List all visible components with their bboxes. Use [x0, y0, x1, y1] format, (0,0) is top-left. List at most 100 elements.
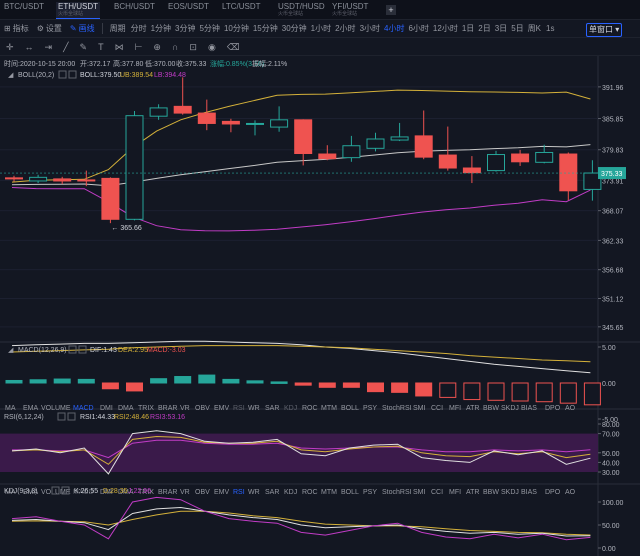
- lock-icon[interactable]: ⊡: [189, 38, 197, 56]
- tab-btc-usdt[interactable]: BTC/USDT: [2, 2, 46, 19]
- indicator-option-brar[interactable]: BRAR: [158, 489, 177, 496]
- horizontal-line-icon[interactable]: ↔: [25, 38, 34, 56]
- indicator-option-ma[interactable]: MA: [5, 405, 16, 412]
- indicator-option-sar[interactable]: SAR: [265, 405, 279, 412]
- indicator-option-vr[interactable]: VR: [180, 489, 190, 496]
- indicator-option-mfi[interactable]: MFI: [449, 405, 461, 412]
- period-周K[interactable]: 周K: [528, 20, 541, 38]
- indicator-option-bias[interactable]: BIAS: [521, 405, 537, 412]
- indicator-option-stochrsi[interactable]: StochRSI: [382, 405, 412, 412]
- period-3分钟[interactable]: 3分钟: [175, 20, 195, 38]
- period-6小时[interactable]: 6小时: [408, 20, 428, 38]
- indicator-option-cci[interactable]: CCI: [431, 489, 443, 496]
- tab-yfi-usdt[interactable]: YFI/USDT 火币全球站: [330, 2, 370, 19]
- indicator-option-ao[interactable]: AO: [565, 489, 576, 496]
- indicator-option-mfi[interactable]: MFI: [449, 489, 461, 496]
- period-2日[interactable]: 2日: [478, 20, 490, 38]
- period-3小时[interactable]: 3小时: [360, 20, 380, 38]
- pencil-icon[interactable]: ✎: [70, 20, 77, 38]
- indicator-option-emv[interactable]: EMV: [214, 489, 230, 496]
- tab-ltc-usdt[interactable]: LTC/USDT: [220, 2, 263, 19]
- indicator-option-sar[interactable]: SAR: [265, 489, 279, 496]
- period-1日[interactable]: 1日: [462, 20, 474, 38]
- indicator-option-emv[interactable]: EMV: [214, 405, 230, 412]
- indicator-option-stochrsi[interactable]: StochRSI: [382, 489, 412, 496]
- indicator-option-ema[interactable]: EMA: [23, 405, 39, 412]
- refresh-rate[interactable]: 1s: [546, 20, 554, 38]
- indicator-option-volume[interactable]: VOLUME: [41, 489, 71, 496]
- indicator-option-skdj[interactable]: SKDJ: [501, 489, 519, 496]
- indicator-option-macd[interactable]: MACD: [73, 405, 94, 412]
- settings-button[interactable]: 设置: [46, 20, 62, 38]
- indicator-option-bias[interactable]: BIAS: [521, 489, 537, 496]
- indicator-option-bbw[interactable]: BBW: [483, 405, 499, 412]
- period-1分钟[interactable]: 1分钟: [151, 20, 171, 38]
- trend-line-icon[interactable]: ╱: [63, 38, 68, 56]
- indicator-option-dma[interactable]: DMA: [118, 405, 134, 412]
- period-3日[interactable]: 3日: [495, 20, 507, 38]
- indicator-button[interactable]: 指标: [13, 20, 29, 38]
- indicator-option-ao[interactable]: AO: [565, 405, 576, 412]
- indicator-option-psy[interactable]: PSY: [363, 405, 377, 412]
- eye-icon[interactable]: ◉: [208, 38, 216, 56]
- indicator-option-dpo[interactable]: DPO: [545, 489, 561, 496]
- period-5分钟[interactable]: 5分钟: [199, 20, 219, 38]
- period-12小时[interactable]: 12小时: [433, 20, 458, 38]
- indicator-option-mtm[interactable]: MTM: [321, 405, 337, 412]
- text-icon[interactable]: T: [98, 38, 104, 56]
- chart-area[interactable]: 391.96 385.85 379.83 373.91 368.07 362.33 356.…: [0, 56, 640, 556]
- magnet-icon[interactable]: ∩: [172, 38, 178, 56]
- indicator-option-bbw[interactable]: BBW: [483, 489, 499, 496]
- period-4小时[interactable]: 4小时: [384, 20, 404, 38]
- indicator-icon[interactable]: ⊞: [4, 20, 11, 38]
- indicator-option-wr[interactable]: WR: [248, 489, 260, 496]
- period-1小时[interactable]: 1小时: [311, 20, 331, 38]
- indicator-option-rsi[interactable]: RSI: [233, 489, 245, 496]
- chart-svg[interactable]: 391.96 385.85 379.83 373.91 368.07 362.33 356.…: [0, 56, 640, 556]
- gear-icon[interactable]: ⚙: [37, 20, 44, 38]
- indicator-option-trix[interactable]: TRIX: [138, 405, 154, 412]
- indicator-option-smi[interactable]: SMI: [413, 405, 426, 412]
- indicator-option-wr[interactable]: WR: [248, 405, 260, 412]
- tab-eos-usdt[interactable]: EOS/USDT: [166, 2, 211, 19]
- indicator-option-vr[interactable]: VR: [180, 405, 190, 412]
- ruler-icon[interactable]: ⊢: [135, 38, 143, 56]
- indicator-option-psy[interactable]: PSY: [363, 489, 377, 496]
- indicator-option-obv[interactable]: OBV: [195, 405, 210, 412]
- period-10分钟[interactable]: 10分钟: [224, 20, 249, 38]
- indicator-option-kdj[interactable]: KDJ: [284, 405, 297, 412]
- zoom-in-icon[interactable]: ⊕: [153, 38, 161, 56]
- indicator-option-roc[interactable]: ROC: [302, 405, 318, 412]
- tab-eth-usdt[interactable]: ETH/USDT 火币全球站: [56, 2, 100, 19]
- ray-icon[interactable]: ⇥: [45, 38, 53, 56]
- indicator-option-rsi[interactable]: RSI: [233, 405, 245, 412]
- indicator-option-roc[interactable]: ROC: [302, 489, 318, 496]
- period-15分钟[interactable]: 15分钟: [253, 20, 278, 38]
- indicator-option-volume[interactable]: VOLUME: [41, 405, 71, 412]
- pattern-icon[interactable]: ⋈: [115, 38, 124, 56]
- window-select[interactable]: 单窗口 ▾: [586, 23, 623, 37]
- cursor-icon[interactable]: ✛: [6, 38, 14, 56]
- indicator-option-smi[interactable]: SMI: [413, 489, 426, 496]
- indicator-option-boll[interactable]: BOLL: [341, 405, 359, 412]
- indicator-option-mtm[interactable]: MTM: [321, 489, 337, 496]
- indicator-option-cci[interactable]: CCI: [431, 405, 443, 412]
- indicator-option-dpo[interactable]: DPO: [545, 405, 561, 412]
- period-2小时[interactable]: 2小时: [335, 20, 355, 38]
- indicator-option-atr[interactable]: ATR: [466, 405, 479, 412]
- trash-icon[interactable]: ⌫: [227, 38, 240, 56]
- period-分时[interactable]: 分时: [131, 20, 147, 38]
- pen-icon[interactable]: ✎: [80, 38, 88, 56]
- tab-bch-usdt[interactable]: BCH/USDT: [112, 2, 157, 19]
- draw-button[interactable]: 画线: [79, 20, 95, 38]
- indicator-option-brar[interactable]: BRAR: [158, 405, 177, 412]
- indicator-option-boll[interactable]: BOLL: [341, 489, 359, 496]
- indicator-option-kdj[interactable]: KDJ: [284, 489, 297, 496]
- indicator-option-skdj[interactable]: SKDJ: [501, 405, 519, 412]
- indicator-option-dmi[interactable]: DMI: [100, 405, 113, 412]
- period-30分钟[interactable]: 30分钟: [282, 20, 307, 38]
- add-tab-button[interactable]: +: [386, 5, 396, 15]
- tab-usdt-husd[interactable]: USDT/HUSD 火币全球站: [276, 2, 327, 19]
- indicator-option-atr[interactable]: ATR: [466, 489, 479, 496]
- period-5日[interactable]: 5日: [511, 20, 523, 38]
